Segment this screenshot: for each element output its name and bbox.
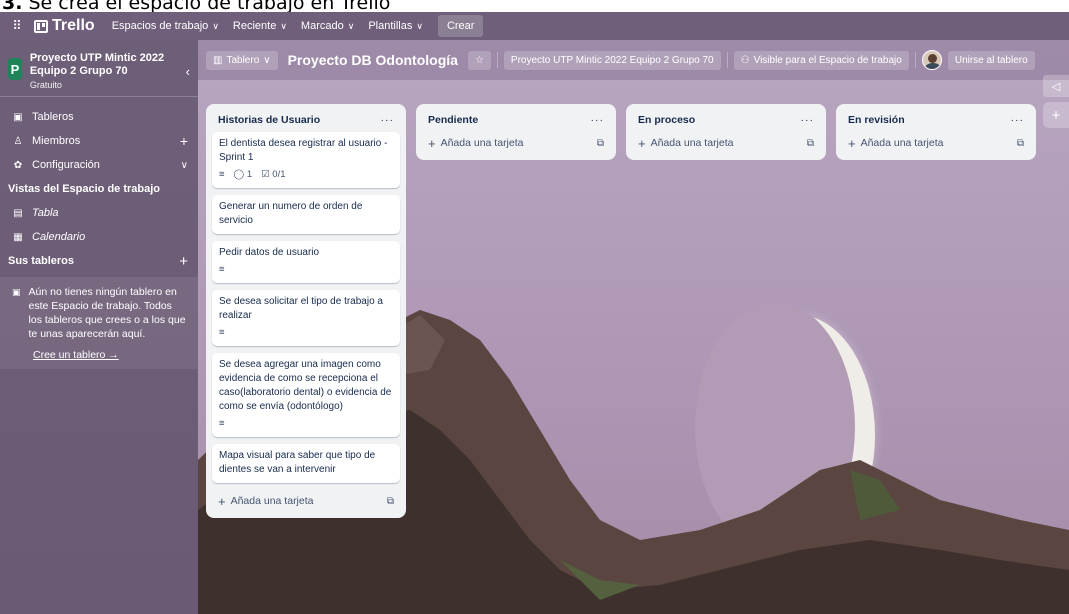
sidebar-item-boards[interactable]: ▣ Tableros: [0, 105, 198, 129]
workspace-button[interactable]: Proyecto UTP Mintic 2022 Equipo 2 Grupo …: [503, 50, 721, 70]
comment-icon: ◯: [233, 169, 245, 180]
description-icon: ≡: [219, 418, 225, 429]
join-board-button[interactable]: Unirse al tablero: [947, 50, 1035, 70]
list-user-stories: Historias de Usuario ··· El dentista dese…: [206, 104, 406, 518]
your-boards-heading: Sus tableros +: [8, 252, 188, 270]
workspace-sidebar: P Proyecto UTP Mintic 2022 Equipo 2 Grup…: [0, 40, 198, 614]
chevron-down-icon: ∨: [347, 20, 355, 31]
comment-badge: ◯ 1: [233, 169, 253, 180]
description-icon: ≡: [219, 327, 225, 338]
add-list-button[interactable]: +: [1043, 102, 1069, 128]
sidebar-item-table[interactable]: ▤ Tabla: [0, 201, 198, 225]
trello-logo-icon: [34, 19, 48, 33]
collapse-sidebar-icon[interactable]: ‹: [186, 64, 190, 79]
more-icon[interactable]: ···: [801, 114, 815, 126]
checklist-badge: ☑ 0/1: [261, 169, 286, 180]
app-switcher-icon[interactable]: ⠿: [6, 12, 28, 40]
board-title[interactable]: Proyecto DB Odontología: [284, 52, 462, 68]
empty-boards-info: ▣ Aún no tienes ningún tablero en este Es…: [0, 277, 198, 347]
plus-icon: +: [218, 493, 226, 509]
member-avatar[interactable]: [921, 50, 942, 70]
create-board-link[interactable]: Cree un tablero →: [0, 347, 198, 369]
board-header: ▥ Tablero ∨ Proyecto DB Odontología ☆ Proy…: [198, 40, 1069, 80]
chevron-down-icon: ∨: [416, 20, 423, 31]
list-header[interactable]: En revisión ···: [842, 108, 1030, 132]
people-icon: ⚇: [740, 54, 750, 66]
card[interactable]: Se desea agregar una imagen como evidenc…: [212, 353, 400, 437]
workspace-plan: Gratuito: [29, 80, 62, 90]
nav-workspaces[interactable]: Espacios de trabajo ∨: [105, 12, 226, 40]
calendar-icon: ▦: [13, 231, 23, 243]
trello-logo[interactable]: Trello: [34, 17, 95, 35]
plus-icon: +: [428, 135, 436, 151]
card-badges: ≡ ◯ 1 ☑ 0/1: [219, 168, 393, 182]
more-icon[interactable]: ···: [381, 114, 395, 126]
gear-icon: ✿: [13, 159, 23, 171]
list-review: En revisión ··· + Añada una tarjeta ⧉: [836, 104, 1036, 160]
star-icon: ☆: [474, 54, 484, 66]
create-button[interactable]: Crear: [437, 15, 484, 37]
chevron-down-icon: ∨: [212, 20, 219, 31]
chevron-down-icon: ∨: [263, 54, 271, 66]
document-caption: 3. Se crea el espacio de trabajo en Trel…: [0, 0, 1069, 12]
nav-recent[interactable]: Reciente ∨: [226, 12, 294, 40]
divider: [496, 52, 498, 68]
list-header[interactable]: Historias de Usuario ···: [212, 108, 400, 132]
send-icon[interactable]: ◁: [1043, 75, 1069, 97]
workspace-views-heading: Vistas del Espacio de trabajo: [8, 183, 161, 195]
sidebar-item-settings[interactable]: ✿ Configuración ∨: [0, 153, 198, 177]
description-icon: ≡: [219, 169, 225, 180]
card[interactable]: Pedir datos de usuario ≡: [212, 241, 400, 283]
table-icon: ▤: [13, 207, 23, 219]
board-icon: ▣: [12, 287, 21, 297]
workspace-header[interactable]: P Proyecto UTP Mintic 2022 Equipo 2 Grup…: [0, 40, 198, 97]
workspace-avatar: P: [8, 58, 22, 80]
add-card-button[interactable]: + Añada una tarjeta ⧉: [422, 132, 610, 154]
list-pending: Pendiente ··· + Añada una tarjeta ⧉: [416, 104, 616, 160]
list-header[interactable]: En proceso ···: [632, 108, 820, 132]
checklist-icon: ☑: [261, 169, 270, 180]
board-icon: ▥: [213, 54, 223, 66]
description-icon: ≡: [219, 264, 225, 275]
visibility-button[interactable]: ⚇ Visible para el Espacio de trabajo: [733, 50, 909, 70]
star-board-button[interactable]: ☆: [467, 50, 491, 70]
add-card-button[interactable]: + Añada una tarjeta ⧉: [212, 490, 400, 512]
plus-icon: +: [638, 135, 646, 151]
chevron-down-icon: ∨: [180, 159, 188, 171]
more-icon[interactable]: ···: [591, 114, 605, 126]
card-template-icon[interactable]: ⧉: [1017, 138, 1024, 149]
board-view-switcher[interactable]: ▥ Tablero ∨: [206, 50, 278, 70]
chevron-down-icon: ∨: [280, 20, 287, 31]
add-member-icon[interactable]: +: [180, 133, 188, 149]
add-board-icon[interactable]: +: [179, 253, 188, 270]
card[interactable]: El dentista desea registrar al usuario -…: [212, 132, 400, 188]
card-template-icon[interactable]: ⧉: [387, 496, 394, 507]
add-card-button[interactable]: + Añada una tarjeta ⧉: [842, 132, 1030, 154]
list-header[interactable]: Pendiente ···: [422, 108, 610, 132]
card[interactable]: Se desea solicitar el tipo de trabajo a …: [212, 290, 400, 346]
more-icon[interactable]: ···: [1011, 114, 1025, 126]
board-icon: ▣: [13, 111, 23, 123]
card-template-icon[interactable]: ⧉: [597, 138, 604, 149]
nav-starred[interactable]: Marcado ∨: [294, 12, 361, 40]
card[interactable]: Mapa visual para saber que tipo de dient…: [212, 444, 400, 483]
divider: [726, 52, 728, 68]
nav-templates[interactable]: Plantillas ∨: [361, 12, 430, 40]
plus-icon: +: [848, 135, 856, 151]
add-card-button[interactable]: + Añada una tarjeta ⧉: [632, 132, 820, 154]
person-icon: ♙: [13, 135, 23, 147]
top-navbar: ⠿ Trello Espacios de trabajo ∨ Reciente ∨ …: [0, 12, 1069, 40]
card-template-icon[interactable]: ⧉: [807, 138, 814, 149]
sidebar-item-members[interactable]: ♙ Miembros +: [0, 129, 198, 153]
sidebar-item-calendar[interactable]: ▦ Calendario: [0, 225, 198, 249]
card[interactable]: Generar un numero de orden de servicio: [212, 195, 400, 234]
workspace-name: Proyecto UTP Mintic 2022 Equipo 2 Grupo …: [29, 52, 165, 77]
list-in-progress: En proceso ··· + Añada una tarjeta ⧉: [626, 104, 826, 160]
divider: [914, 52, 916, 68]
